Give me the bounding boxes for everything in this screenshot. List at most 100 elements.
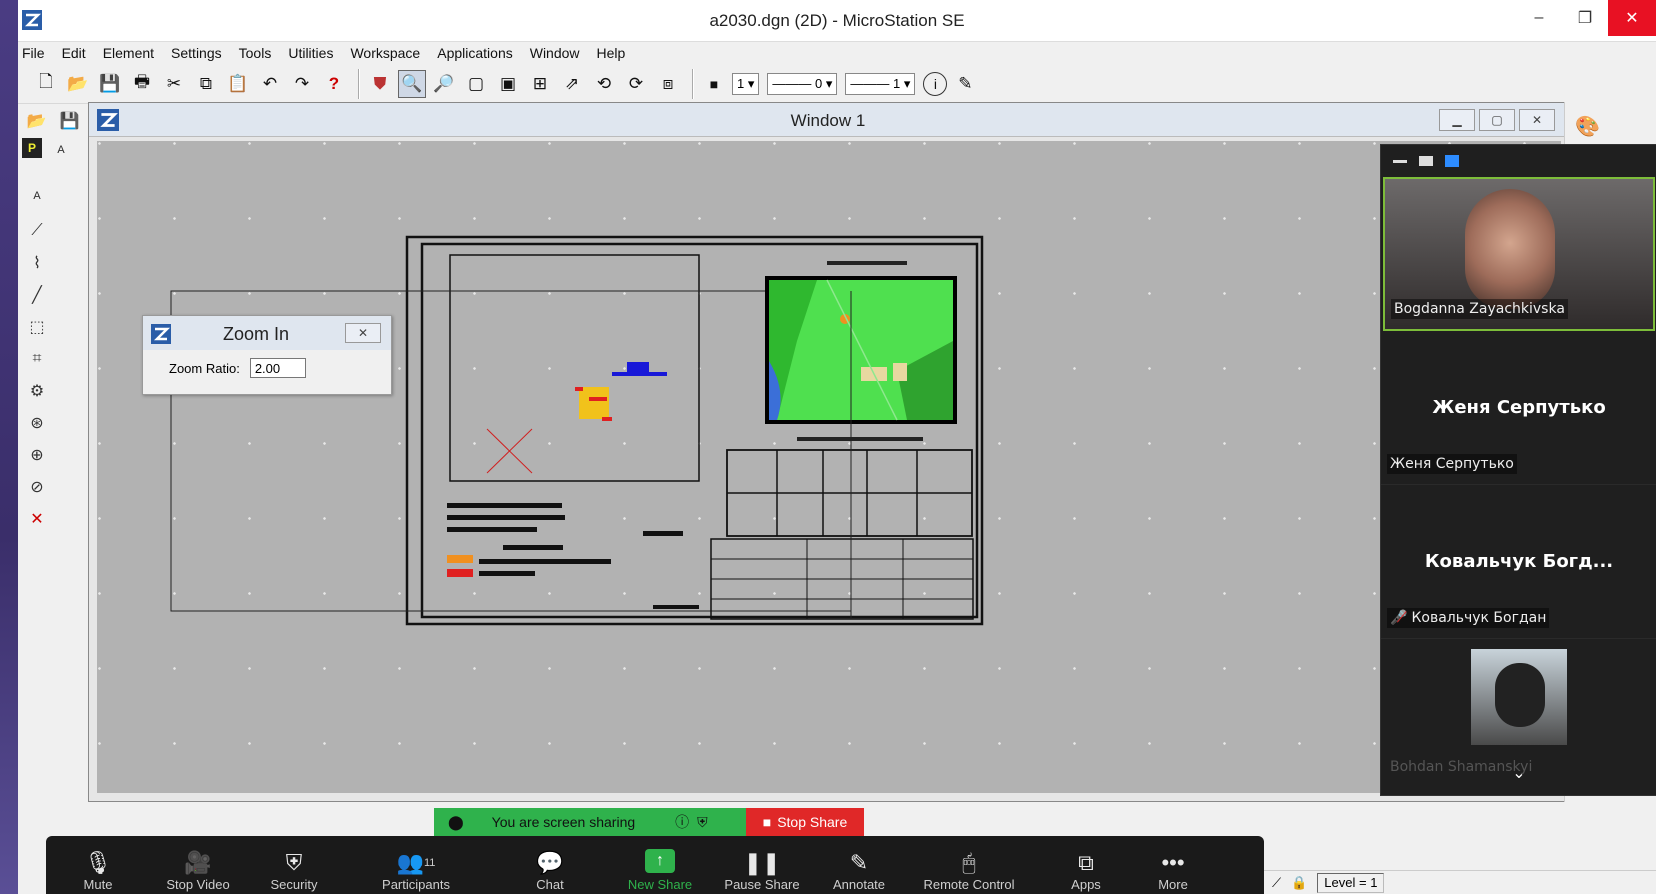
share-drag-icon[interactable]: ⬤ — [448, 814, 464, 831]
drawing-canvas[interactable] — [97, 141, 1561, 793]
open-tool-icon[interactable]: 📂 — [22, 106, 51, 136]
pause-share-button[interactable]: ❚❚ Pause Share — [710, 836, 814, 894]
lock-icon[interactable]: 🔒 — [1291, 875, 1307, 891]
help-icon[interactable]: ? — [320, 70, 348, 98]
single-view-icon[interactable] — [1419, 156, 1433, 166]
participants-button[interactable]: 👥 11 Participants — [342, 836, 490, 894]
project-icon[interactable]: P — [22, 138, 42, 158]
security-button[interactable]: ⛨ Security — [246, 836, 342, 894]
map-subcaption — [797, 437, 923, 441]
blue-element — [627, 362, 649, 372]
menu-applications[interactable]: Applications — [437, 45, 513, 61]
line-tool-icon[interactable]: ╱ — [22, 280, 52, 310]
stop-video-button[interactable]: 🎥 Stop Video — [150, 836, 246, 894]
annotate-button[interactable]: ✎ Annotate — [814, 836, 904, 894]
view-maximize-button[interactable]: ▢ — [1479, 109, 1515, 131]
zoom-dialog-close-button[interactable]: ✕ — [345, 323, 381, 343]
smartline-icon[interactable]: ⌇ — [22, 248, 52, 278]
cut-icon[interactable]: ✂ — [160, 70, 188, 98]
menu-file[interactable]: File — [22, 45, 45, 61]
yellow-element — [579, 387, 609, 419]
plan-frame — [449, 254, 700, 482]
place-text-icon[interactable]: ᴬ — [22, 184, 52, 214]
notes-text — [503, 545, 563, 550]
participant-tile[interactable]: Женя Серпутько Женя Серпутько — [1381, 331, 1656, 485]
settings-manager-icon[interactable]: ✎ — [951, 70, 979, 98]
participant-tile[interactable]: Bohdan Shamanskyi ⌄ — [1381, 639, 1656, 793]
save-tool-icon[interactable]: 💾 — [55, 106, 84, 136]
open-folder-icon[interactable]: 📂 — [64, 70, 92, 98]
stop-square-icon: ■ — [762, 814, 772, 830]
menu-workspace[interactable]: Workspace — [350, 45, 420, 61]
dimension-icon[interactable]: ⊘ — [22, 472, 52, 502]
copy-view-icon[interactable]: ⧈ — [654, 70, 682, 98]
palette-color-icon[interactable]: 🎨 — [1575, 114, 1600, 139]
info-icon[interactable]: i — [923, 71, 948, 96]
view-next-icon[interactable]: ⟳ — [622, 70, 650, 98]
paste-icon[interactable]: 📋 — [224, 70, 252, 98]
print-icon[interactable]: 🖶 — [128, 70, 156, 98]
place-line-icon[interactable]: ⟋ — [22, 216, 52, 246]
new-file-icon[interactable]: 🗋 — [32, 70, 60, 98]
participant-tile[interactable]: Bogdanna Zayachkivska — [1383, 177, 1655, 331]
chat-button[interactable]: 💬 Chat — [490, 836, 610, 894]
zoom-in-icon[interactable]: 🔍 — [398, 69, 426, 98]
menu-tools[interactable]: Tools — [239, 45, 272, 61]
pan-view-icon[interactable]: ⇗ — [558, 70, 586, 98]
color-dropdown[interactable]: 1 ▾ — [732, 72, 760, 95]
more-button[interactable]: ••• More — [1138, 836, 1208, 894]
zoom-out-icon[interactable]: 🔎 — [430, 70, 458, 98]
cell-tool-icon[interactable]: ⚙ — [22, 376, 52, 406]
view-previous-icon[interactable]: ⟲ — [590, 70, 618, 98]
menu-element[interactable]: Element — [103, 45, 154, 61]
view-window-title: Window 1 — [790, 111, 866, 130]
mute-button[interactable]: 🎙 Mute — [46, 836, 150, 894]
redo-icon[interactable]: ↷ — [288, 70, 316, 98]
red-element — [575, 387, 583, 391]
window-area-icon[interactable]: ▢ — [462, 70, 490, 98]
participant-name: Bogdanna Zayachkivska — [1391, 299, 1568, 319]
stamp-icon[interactable]: ⛊ — [366, 70, 394, 98]
rotate-view-icon[interactable]: ⊞ — [526, 70, 554, 98]
copy-icon[interactable]: ⧉ — [192, 70, 220, 98]
menu-settings[interactable]: Settings — [171, 45, 222, 61]
text-tool-icon[interactable]: ᴬ — [46, 138, 76, 168]
zoom-ratio-input[interactable] — [249, 358, 306, 378]
close-button[interactable]: ✕ — [1608, 0, 1656, 36]
select-element-icon[interactable]: ⬚ — [22, 312, 52, 342]
view-close-button[interactable]: ✕ — [1519, 109, 1555, 131]
menu-help[interactable]: Help — [597, 45, 626, 61]
active-color-swatch-icon[interactable]: ■ — [700, 70, 728, 98]
restore-button[interactable]: ❐ — [1562, 0, 1608, 36]
manipulate-icon[interactable]: ⊛ — [22, 408, 52, 438]
apps-button[interactable]: ⧉ Apps — [1034, 836, 1138, 894]
save-icon[interactable]: 💾 — [96, 70, 124, 98]
zoom-in-dialog: Zoom In ✕ Zoom Ratio: — [142, 315, 392, 395]
fit-view-icon[interactable]: ▣ — [494, 70, 522, 98]
menu-window[interactable]: Window — [530, 45, 580, 61]
menu-utilities[interactable]: Utilities — [288, 45, 333, 61]
measure-icon[interactable]: ⊕ — [22, 440, 52, 470]
red-element — [602, 417, 612, 421]
minimize-panel-icon[interactable] — [1393, 159, 1407, 163]
menu-edit[interactable]: Edit — [62, 45, 86, 61]
remote-control-button[interactable]: 🖱 Remote Control — [904, 836, 1034, 894]
fence-icon[interactable]: ⌗ — [22, 344, 52, 374]
delete-element-icon[interactable]: ✕ — [22, 504, 52, 534]
chat-bubble-icon: 💬 — [536, 850, 564, 875]
line-style-dropdown[interactable]: ——— 0 ▾ — [767, 72, 838, 95]
level-status[interactable]: Level = 1 — [1317, 872, 1385, 893]
chevron-down-icon[interactable]: ⌄ — [1381, 763, 1656, 783]
stop-share-button[interactable]: ■ Stop Share — [746, 808, 864, 836]
view-minimize-button[interactable]: ▁ — [1439, 109, 1475, 131]
snap-icon[interactable]: ⟋ — [1272, 875, 1281, 891]
share-info-icon[interactable]: ⓘ — [675, 812, 689, 832]
minimize-button[interactable]: – — [1516, 0, 1562, 36]
participant-tile[interactable]: Ковальчук Богд... 🎤̸ Ковальчук Богдан — [1381, 485, 1656, 639]
gallery-view-icon[interactable] — [1445, 155, 1459, 167]
new-share-button[interactable]: ↑ New Share — [610, 836, 710, 894]
sheet-number-text — [653, 605, 699, 609]
participant-name-row: 🎤̸ Ковальчук Богдан — [1387, 608, 1550, 628]
undo-icon[interactable]: ↶ — [256, 70, 284, 98]
line-weight-dropdown[interactable]: ——— 1 ▾ — [845, 72, 916, 95]
